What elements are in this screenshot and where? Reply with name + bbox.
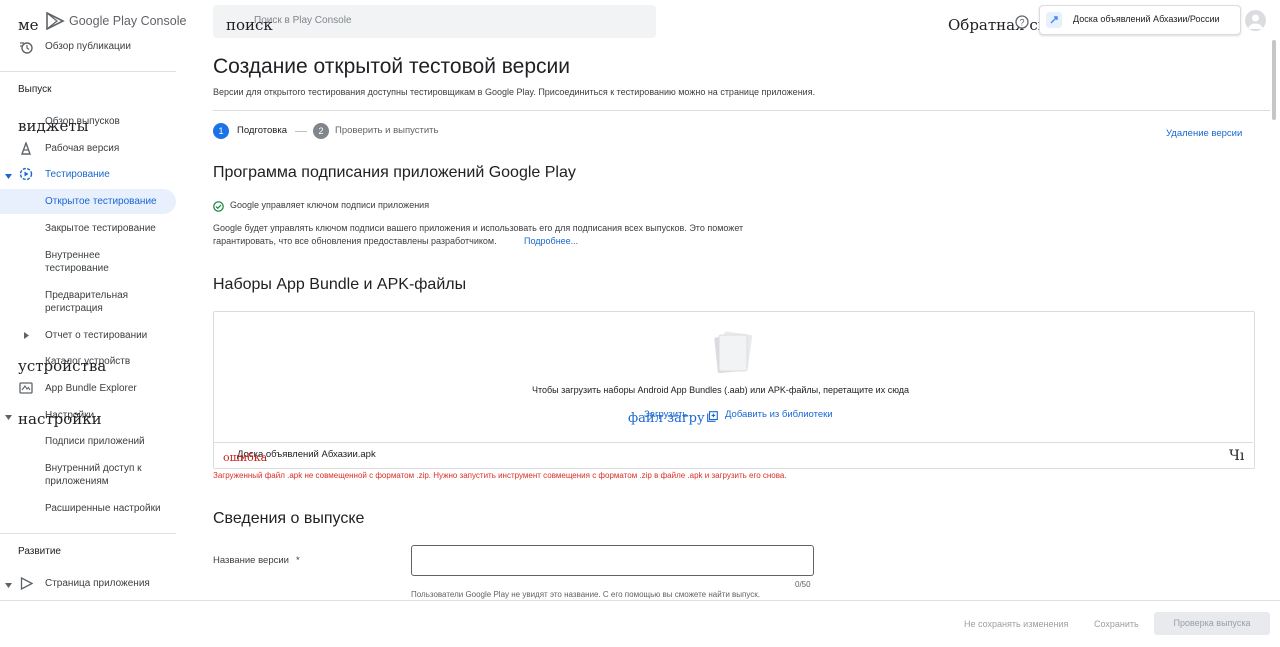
signing-status: Google управляет ключом подписи приложен… bbox=[230, 200, 430, 210]
required-mark: * bbox=[296, 555, 300, 566]
file-action-overlay[interactable]: Чı bbox=[1229, 448, 1244, 464]
section-title-release: Выпуск bbox=[18, 84, 52, 95]
release-name-field[interactable] bbox=[411, 545, 814, 576]
devices-overlay-text: устройства bbox=[18, 357, 107, 375]
sidebar-item-advanced-settings[interactable]: Расширенные настройки bbox=[0, 501, 176, 517]
release-name-hint: Пользователи Google Play не увидят это н… bbox=[411, 590, 761, 599]
widgets-overlay-text: виджеты bbox=[18, 117, 89, 135]
stepper: 1 Подготовка 2 Проверить и выпустить bbox=[213, 122, 453, 140]
sidebar-item-label: регистрация bbox=[45, 303, 103, 314]
step-connector bbox=[295, 131, 307, 132]
step-1-label[interactable]: Подготовка bbox=[237, 125, 287, 136]
caret-right-icon bbox=[24, 331, 29, 342]
page-subtitle: Версии для открытого тестирования доступ… bbox=[213, 87, 816, 97]
sidebar-item-publish-overview[interactable]: Обзор публикации bbox=[0, 39, 176, 55]
signing-description-line-2: гарантировать, что все обновления предос… bbox=[213, 236, 497, 246]
sidebar-item-production[interactable]: Рабочая версия bbox=[0, 140, 176, 158]
sidebar-item-label: Подписи приложений bbox=[45, 436, 145, 447]
learn-more-link[interactable]: Подробнее... bbox=[524, 236, 578, 246]
sidebar-item-label: Внутреннее bbox=[45, 250, 101, 261]
review-release-button[interactable]: Проверка выпуска bbox=[1154, 612, 1270, 635]
sidebar-item-testing-report[interactable]: Отчет о тестировании bbox=[0, 328, 176, 344]
menu-overlay-text: ме bbox=[18, 16, 39, 34]
sidebar-item-label: Закрытое тестирование bbox=[45, 223, 156, 234]
search-overlay-text: поиск bbox=[226, 16, 273, 34]
uploaded-file-row: Доска объявлений Абхазии.apk bbox=[213, 442, 1253, 468]
check-circle-icon bbox=[213, 199, 224, 217]
add-from-library-button[interactable]: Добавить из библиотеки bbox=[707, 406, 847, 424]
step-2-number: 2 bbox=[313, 123, 329, 139]
divider bbox=[0, 71, 176, 72]
signing-description-line-1: Google будет управлять ключом подписи ва… bbox=[213, 223, 744, 233]
scrollbar[interactable] bbox=[1272, 40, 1276, 120]
account-name: Доска объявлений Абхазии/России bbox=[1073, 14, 1220, 24]
sidebar: ме Google Play Console Обзор публикации … bbox=[0, 0, 190, 600]
app-logo-text[interactable]: Google Play Console bbox=[69, 14, 186, 28]
sidebar-item-label: Отчет о тестировании bbox=[45, 330, 148, 341]
sidebar-item-label: Расширенные настройки bbox=[45, 503, 161, 514]
avatar[interactable] bbox=[1245, 10, 1266, 31]
signing-section-title: Программа подписания приложений Google P… bbox=[213, 164, 576, 181]
caret-down-icon bbox=[5, 580, 12, 591]
save-button[interactable]: Сохранить bbox=[1094, 619, 1139, 629]
step-2-label[interactable]: Проверить и выпустить bbox=[335, 125, 438, 136]
footer-bar bbox=[0, 600, 1280, 647]
production-icon bbox=[20, 140, 32, 158]
settings-overlay-text: настройки bbox=[18, 410, 102, 428]
add-from-library-label: Добавить из библиотеки bbox=[725, 409, 833, 420]
search-bar[interactable]: Поиск в Play Console bbox=[213, 5, 656, 38]
sidebar-item-store-presence[interactable]: Страница приложения bbox=[0, 576, 176, 592]
sidebar-item-internal-sharing[interactable]: Внутренний доступ к приложениям bbox=[0, 461, 176, 489]
sidebar-item-label: Предварительная bbox=[45, 290, 129, 301]
page-title: Создание открытой тестовой версии bbox=[213, 55, 570, 78]
section-title-growth: Развитие bbox=[18, 546, 61, 557]
app-icon bbox=[1046, 12, 1062, 28]
error-overlay-text: ошибка bbox=[223, 451, 268, 464]
sidebar-item-label: тестирование bbox=[45, 263, 109, 274]
history-icon bbox=[19, 40, 33, 57]
upload-error-message: Загруженный файл .apk не совмещенной с ф… bbox=[213, 471, 787, 480]
sidebar-item-pre-registration[interactable]: Предварительная регистрация bbox=[0, 288, 176, 316]
sidebar-item-label: App Bundle Explorer bbox=[45, 383, 137, 394]
discard-release-link[interactable]: Удаление версии bbox=[1166, 128, 1242, 139]
bundle-explorer-icon bbox=[19, 382, 33, 397]
testing-icon bbox=[19, 167, 33, 184]
files-icon bbox=[712, 330, 756, 381]
step-1-number: 1 bbox=[213, 123, 229, 139]
google-play-logo-icon[interactable] bbox=[45, 11, 65, 31]
sidebar-item-label: Обзор публикации bbox=[45, 41, 131, 52]
upload-overlay-text: файл загру bbox=[628, 411, 705, 426]
help-icon[interactable]: ? bbox=[1015, 15, 1029, 34]
sidebar-item-internal-testing[interactable]: Внутреннее тестирование bbox=[0, 248, 176, 276]
library-add-icon bbox=[707, 409, 718, 427]
sidebar-item-app-bundle-explorer[interactable]: App Bundle Explorer bbox=[0, 381, 176, 397]
sidebar-item-app-signing[interactable]: Подписи приложений bbox=[0, 434, 176, 450]
bundles-section-title: Наборы App Bundle и APK-файлы bbox=[213, 276, 467, 293]
play-store-icon bbox=[20, 576, 34, 593]
sidebar-item-label: приложениям bbox=[45, 476, 109, 487]
account-selector[interactable]: Доска объявлений Абхазии/России bbox=[1039, 5, 1241, 35]
sidebar-item-label: Открытое тестирование bbox=[45, 196, 157, 207]
divider bbox=[213, 110, 1270, 111]
release-details-title: Сведения о выпуске bbox=[213, 510, 365, 527]
char-counter: 0/50 bbox=[795, 580, 811, 589]
divider bbox=[0, 533, 176, 534]
caret-down-icon bbox=[5, 412, 12, 423]
sidebar-item-label: Страница приложения bbox=[45, 578, 150, 589]
sidebar-item-label: Внутренний доступ к bbox=[45, 463, 142, 474]
sidebar-item-closed-testing[interactable]: Закрытое тестирование bbox=[0, 221, 176, 237]
sidebar-item-open-testing[interactable]: Открытое тестирование bbox=[0, 189, 176, 214]
caret-down-icon bbox=[5, 171, 12, 182]
sidebar-item-testing[interactable]: Тестирование bbox=[0, 167, 176, 183]
sidebar-item-label: Тестирование bbox=[45, 169, 110, 180]
drop-hint-text: Чтобы загрузить наборы Android App Bundl… bbox=[532, 385, 910, 395]
release-name-label: Название версии bbox=[213, 555, 289, 566]
svg-text:?: ? bbox=[1019, 18, 1024, 28]
sidebar-item-label: Рабочая версия bbox=[45, 143, 120, 154]
discard-changes-button[interactable]: Не сохранять изменения bbox=[964, 619, 1068, 629]
